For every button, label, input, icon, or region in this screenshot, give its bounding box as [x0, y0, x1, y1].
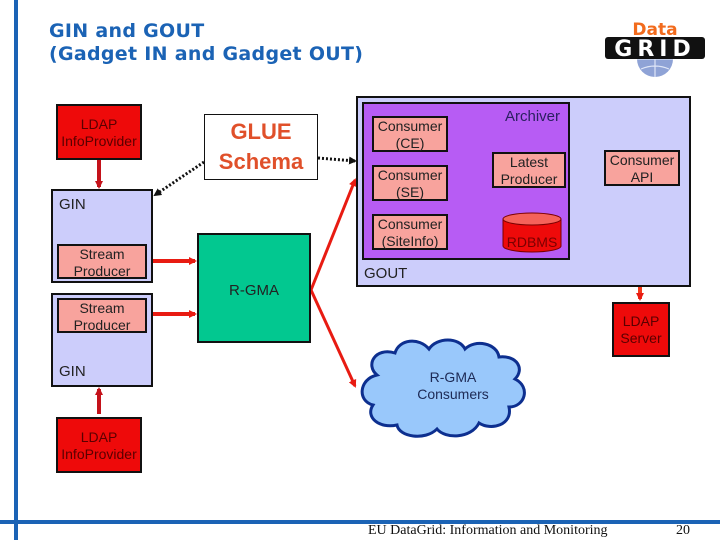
title-line-1: GIN and GOUT — [49, 20, 205, 42]
consumer-siteinfo-line1: Consumer — [377, 216, 443, 232]
consumer-siteinfo-line2: (SiteInfo) — [381, 233, 439, 249]
arrow-rgma-to-consumers — [309, 289, 357, 388]
footer-rule — [0, 520, 720, 524]
left-accent-rule — [14, 0, 18, 540]
ldap-info-provider-top-line1: LDAP — [80, 116, 118, 132]
consumer-api-line1: Consumer — [609, 152, 675, 168]
logo-grid-text: GRID — [614, 37, 695, 62]
gin-bottom: Stream Producer GIN — [51, 293, 153, 387]
ldap-info-provider-bottom-line1: LDAP — [80, 429, 118, 445]
globe-icon: GRID Data — [605, 20, 705, 77]
arrow-glue-to-gin — [153, 160, 205, 197]
rdbms-label: RDBMS — [506, 234, 558, 250]
gin-bottom-label: GIN — [59, 363, 86, 380]
gin-top: GIN Stream Producer — [51, 189, 153, 283]
rgma-consumers-line1: R-GMA — [429, 369, 477, 385]
consumer-se[interactable]: Consumer (SE) — [372, 165, 448, 201]
ldap-server: LDAP Server — [612, 302, 670, 357]
latest-producer-line2: Producer — [500, 171, 558, 187]
arrow-glue-to-gout — [317, 156, 357, 165]
stream-producer-top-line2: Producer — [73, 263, 131, 279]
glue-schema: GLUE Schema — [204, 114, 318, 180]
stream-producer-top-line1: Stream — [79, 246, 125, 262]
page-number: 20 — [676, 523, 690, 538]
archiver-label: Archiver — [504, 108, 560, 125]
latest-producer[interactable]: Latest Producer — [492, 152, 566, 188]
consumer-ce[interactable]: Consumer (CE) — [372, 116, 448, 152]
footer-text: EU DataGrid: Information and Monitoring — [368, 523, 608, 538]
gin-top-label: GIN — [59, 196, 86, 213]
glue-schema-line2: Schema — [218, 149, 304, 174]
logo-data-text: Data — [632, 20, 677, 40]
stream-producer-bottom[interactable]: Stream Producer — [57, 298, 147, 333]
consumer-api-line2: API — [630, 169, 654, 185]
consumer-api[interactable]: Consumer API — [604, 150, 680, 186]
stream-producer-top[interactable]: Stream Producer — [57, 244, 147, 279]
rgma-label: R-GMA — [229, 282, 279, 299]
consumer-se-line1: Consumer — [377, 167, 443, 183]
ldap-info-provider-bottom: LDAP InfoProvider — [56, 417, 142, 473]
ldap-info-provider-bottom-line2: InfoProvider — [61, 446, 137, 462]
stream-producer-bottom-line1: Stream — [79, 300, 125, 316]
gout-box: Archiver Consumer (CE) Consumer (SE) Con… — [356, 96, 691, 287]
gout-label: GOUT — [364, 265, 408, 282]
ldap-server-line1: LDAP — [622, 313, 660, 329]
consumer-siteinfo[interactable]: Consumer (SiteInfo) — [372, 214, 448, 250]
ldap-server-line2: Server — [620, 330, 662, 346]
rgma-box: R-GMA — [197, 233, 311, 343]
datagrid-logo: GRID Data — [603, 15, 707, 79]
ldap-info-provider-top-line2: InfoProvider — [61, 133, 137, 149]
consumer-se-line2: (SE) — [396, 184, 424, 200]
stream-producer-bottom-line2: Producer — [73, 317, 131, 333]
glue-schema-line1: GLUE — [230, 119, 292, 144]
slide-title: GIN and GOUT (Gadget IN and Gadget OUT) — [49, 20, 363, 66]
ldap-info-provider-top: LDAP InfoProvider — [56, 104, 142, 160]
arrow-rgma-to-gout — [309, 178, 357, 291]
consumer-ce-line2: (CE) — [395, 135, 425, 151]
title-line-2: (Gadget IN and Gadget OUT) — [49, 43, 364, 65]
rgma-consumers-line2: Consumers — [417, 386, 489, 402]
rgma-consumers-label: R-GMA Consumers — [400, 369, 506, 403]
latest-producer-line1: Latest — [509, 154, 549, 170]
archiver-box: Archiver Consumer (CE) Consumer (SE) Con… — [362, 102, 570, 260]
consumer-ce-line1: Consumer — [377, 118, 443, 134]
